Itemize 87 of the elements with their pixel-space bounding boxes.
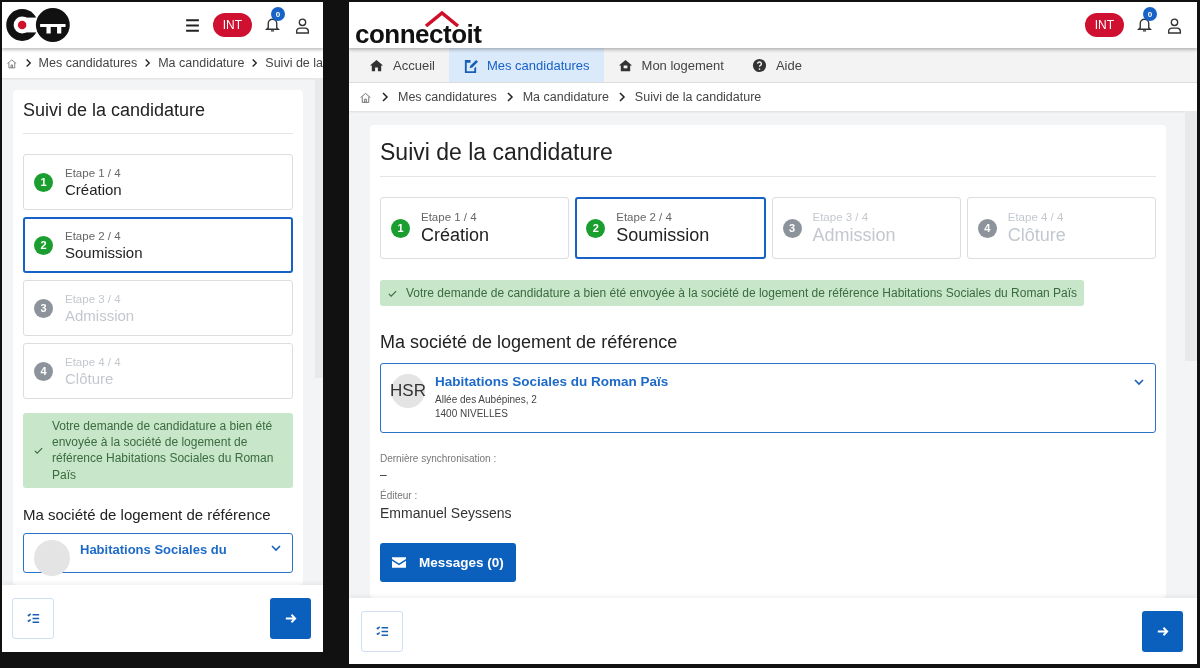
checklist-button[interactable] [12,598,54,639]
step-number: 2 [586,218,606,238]
scrollbar[interactable] [315,78,323,378]
bell-icon[interactable] [264,16,281,33]
step-card[interactable]: 2 Etape 2 / 4 Soumission [575,197,766,259]
home-icon[interactable] [359,90,372,104]
address-line: Allée des Aubépines, 2 [435,393,538,408]
step-label: Etape 3 / 4 [65,292,122,305]
nav-tab[interactable]: Accueil [355,48,449,82]
checklist-button[interactable] [361,610,403,652]
breadcrumb-link[interactable]: Ma candidature [158,56,245,70]
chevron-icon [250,58,260,68]
step-card[interactable]: 1 Etape 1 / 4 Création [23,154,293,210]
user-icon[interactable] [294,16,311,34]
step-label: Etape 2 / 4 [616,210,673,223]
alert-text: Votre demande de candidature a bien été envoyée à la société de logement de référence Habitations Sociales du Roman Païs [406,285,1078,302]
chevron-icon [504,92,515,102]
step-name: Clôture [1007,224,1066,246]
help-icon [751,57,767,73]
chevron-icon [616,92,627,102]
nav-tab[interactable]: Mes candidatures [448,48,604,82]
step-label: Etape 4 / 4 [65,355,121,368]
step-name: Soumission [65,243,143,261]
checklist-icon [25,611,41,626]
breadcrumb-link[interactable]: Mes candidatures [398,90,497,104]
step-number: 4 [977,218,997,238]
step-name: Création [65,180,122,198]
scrollbar[interactable] [1185,111,1197,361]
next-button[interactable] [1142,610,1183,652]
step-number: 1 [34,172,53,192]
step-number: 2 [34,235,53,255]
alert-text: Votre demande de candidature a bien été envoyée à la société de logement de référence Habitations Sociales du Roman Païs [52,418,275,483]
company-card[interactable]: Habitations Sociales du [23,532,293,573]
chevron-icon [143,58,153,68]
page-title: Suivi de la candidature [380,138,614,167]
breadcrumb-link[interactable]: Ma candidature [522,90,609,104]
step-label: Etape 1 / 4 [421,210,478,223]
step-label: Etape 1 / 4 [65,166,122,179]
step-name: Soumission [616,224,710,246]
step-number: 1 [391,218,410,238]
step-card[interactable]: 2 Etape 2 / 4 Soumission [23,217,293,273]
nav-tab[interactable]: Mon logement [603,48,738,82]
company-card[interactable]: HSR Habitations Sociales du Roman Païs Allée des Aubépines, 2 1400 NIVELLES [380,363,1156,434]
step-label: Etape 4 / 4 [1007,210,1065,223]
breadcrumb-link[interactable]: Suivi de la candidature [634,90,762,104]
step-number: 3 [782,218,802,238]
step-number: 3 [34,298,53,318]
company-initials: HSR [391,374,425,409]
house-icon [617,57,633,73]
field-label: Dernière synchronisation : [380,453,498,465]
nav-tab[interactable]: Aide [737,48,816,82]
step-label: Etape 2 / 4 [65,229,122,242]
company-name[interactable]: Habitations Sociales du [80,541,260,557]
arrow-right-icon [283,611,298,626]
field-value: Emmanuel Seyssens [380,505,513,522]
notification-count: 0 [271,7,285,21]
step-name: Admission [812,224,896,246]
edit-document-icon [462,57,478,73]
environment-badge: INT [1084,13,1124,37]
company-name[interactable]: Habitations Sociales du Roman Païs [435,374,1123,390]
step-label: Etape 3 / 4 [812,210,870,223]
avatar-circle [34,539,70,576]
bell-icon[interactable] [1136,16,1153,33]
user-icon[interactable] [1166,16,1183,34]
menu-icon[interactable] [183,16,201,34]
messages-button[interactable]: Messages (0) [380,543,516,583]
step-name: Clôture [65,369,115,387]
home-icon [369,57,384,73]
step-name: Admission [65,306,135,324]
chevron-icon [380,92,390,102]
breadcrumb-link[interactable]: Mes candidatures [38,56,138,70]
step-number: 4 [34,361,53,381]
section-title: Ma société de logement de référence [23,505,272,523]
breadcrumb-link[interactable]: Suivi de la [265,56,323,70]
section-title: Ma société de logement de référence [380,332,679,354]
field-label: Éditeur : [380,490,419,502]
step-card[interactable]: 1 Etape 1 / 4 Création [380,197,570,259]
field-value: – [380,468,388,483]
address-line: 1400 NIVELLES [435,407,509,422]
envelope-icon [392,557,406,569]
logo-text[interactable]: connectoit [355,21,482,47]
step-name: Création [421,224,490,246]
home-icon[interactable] [6,56,18,70]
page-title: Suivi de la candidature [23,99,207,122]
notification-count: 0 [1143,7,1157,21]
environment-badge: INT [212,13,252,37]
next-button[interactable] [270,598,311,639]
